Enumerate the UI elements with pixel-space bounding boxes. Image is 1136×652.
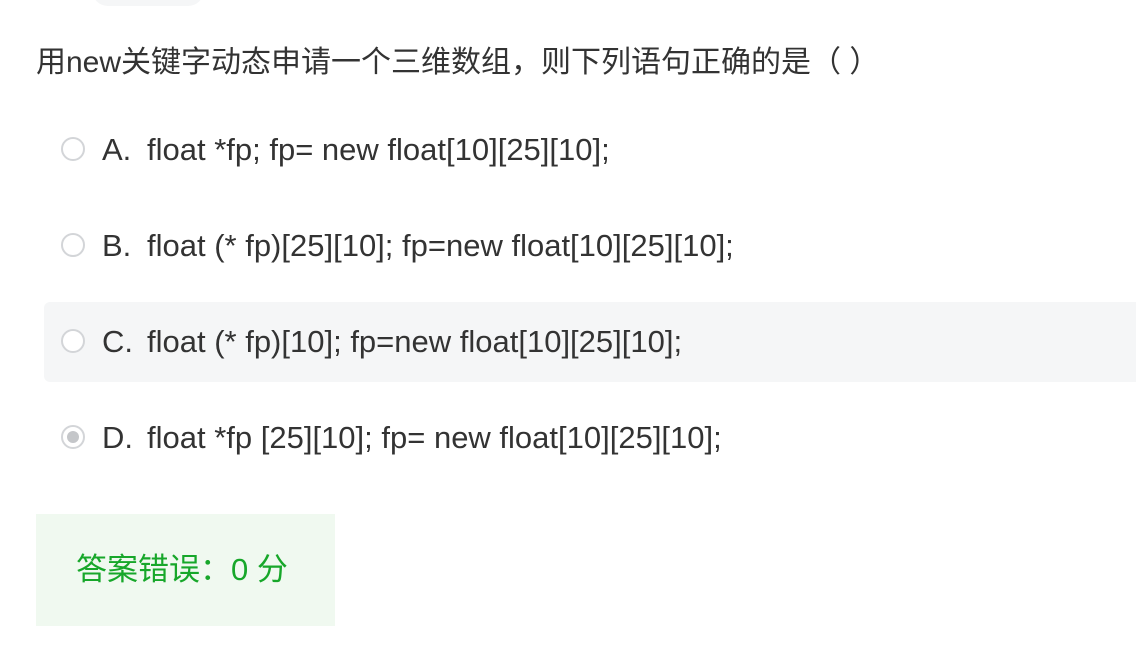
top-tab-pill bbox=[92, 0, 204, 6]
option-letter-b: B. bbox=[102, 228, 132, 263]
option-text-a: float *fp; fp= new float[10][25][10]; bbox=[147, 132, 610, 167]
option-b[interactable]: B. float (* fp)[25][10]; fp=new float[10… bbox=[44, 206, 1136, 286]
radio-button-b[interactable] bbox=[61, 233, 85, 257]
option-letter-c: C. bbox=[102, 324, 133, 359]
result-panel: 答案错误：0 分 bbox=[36, 514, 335, 626]
result-status-text: 答案错误：0 分 bbox=[76, 552, 288, 587]
radio-button-c[interactable] bbox=[61, 329, 85, 353]
radio-button-d-selected[interactable] bbox=[61, 425, 85, 449]
option-text-b: float (* fp)[25][10]; fp=new float[10][2… bbox=[147, 228, 734, 263]
option-letter-a: A. bbox=[102, 132, 132, 167]
option-text-d: float *fp [25][10]; fp= new float[10][25… bbox=[147, 420, 722, 455]
question-text: 用new关键字动态申请一个三维数组，则下列语句正确的是（ ） bbox=[36, 46, 880, 79]
radio-button-a[interactable] bbox=[61, 137, 85, 161]
option-a[interactable]: A. float *fp; fp= new float[10][25][10]; bbox=[44, 110, 1136, 190]
option-d[interactable]: D. float *fp [25][10]; fp= new float[10]… bbox=[44, 398, 1136, 478]
option-text-c: float (* fp)[10]; fp=new float[10][25][1… bbox=[147, 324, 683, 359]
options-list: A. float *fp; fp= new float[10][25][10];… bbox=[44, 110, 1136, 494]
option-c[interactable]: C. float (* fp)[10]; fp=new float[10][25… bbox=[44, 302, 1136, 382]
option-letter-d: D. bbox=[102, 420, 133, 455]
